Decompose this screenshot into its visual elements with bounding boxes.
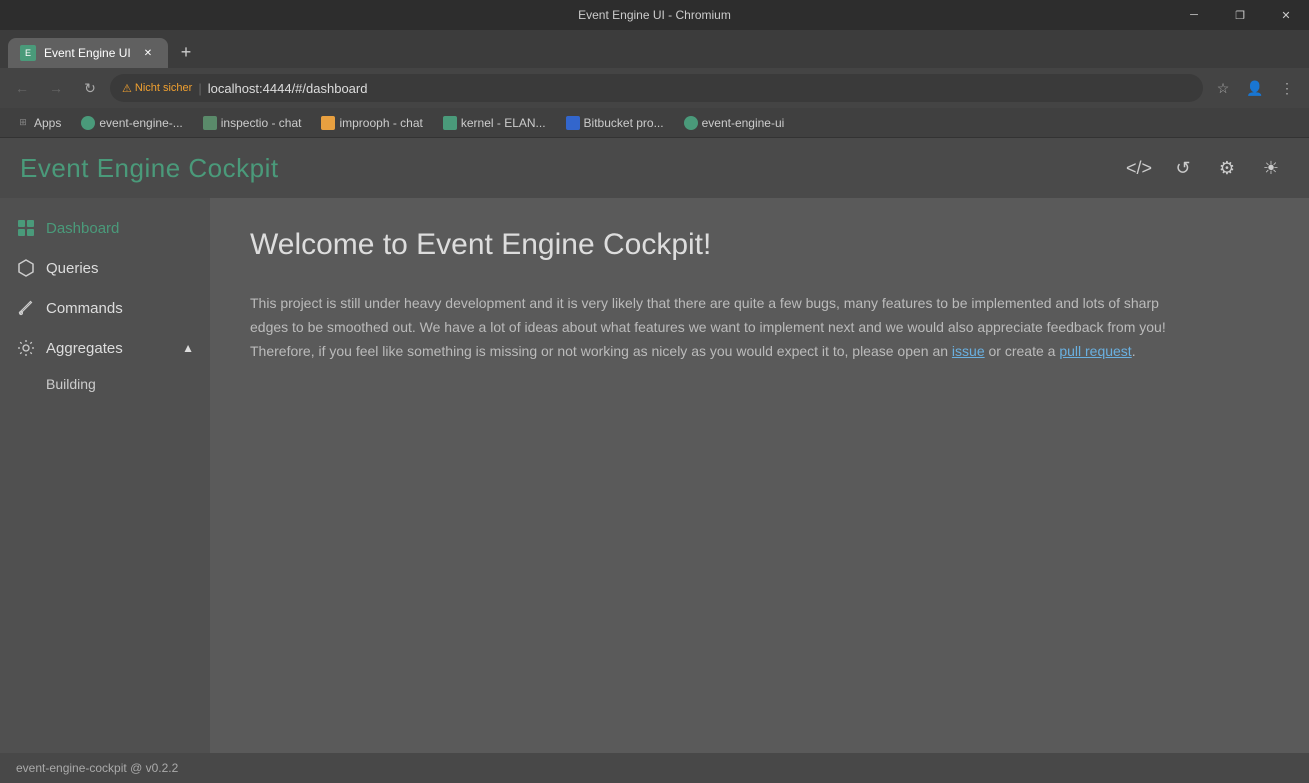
bookmark-inspectio-label: inspectio - chat — [221, 116, 302, 130]
sidebar-item-queries[interactable]: Queries — [0, 248, 210, 288]
bookmark-kernel-label: kernel - ELAN... — [461, 116, 546, 130]
security-label: Nicht sicher — [135, 82, 192, 94]
title-bar-controls: ─ ❐ ✕ — [1171, 0, 1309, 30]
close-button[interactable]: ✕ — [1263, 0, 1309, 30]
menu-button[interactable]: ⋮ — [1273, 74, 1301, 102]
sidebar-building-label: Building — [46, 376, 96, 392]
bitbucket-bookmark-icon — [566, 116, 580, 130]
version-label: event-engine-cockpit @ v0.2.2 — [16, 761, 178, 775]
url-text: localhost:4444/#/dashboard — [208, 81, 368, 96]
sidebar-aggregates-label: Aggregates — [46, 340, 123, 357]
warning-icon: ⚠ — [122, 82, 132, 95]
issue-link[interactable]: issue — [952, 343, 985, 359]
refresh-icon: ↺ — [1175, 158, 1190, 179]
bookmark-apps[interactable]: ⊞ Apps — [8, 114, 69, 132]
app-title: Event Engine Cockpit — [20, 153, 279, 184]
app-header: Event Engine Cockpit </> ↺ ⚙ ☀ — [0, 138, 1309, 198]
code-button[interactable]: </> — [1121, 150, 1157, 186]
back-button[interactable]: ← — [8, 74, 36, 102]
bookmark-apps-label: Apps — [34, 116, 61, 130]
main-content: Welcome to Event Engine Cockpit! This pr… — [210, 198, 1309, 753]
settings-button[interactable]: ⚙ — [1209, 150, 1245, 186]
bookmark-event-engine-ui[interactable]: event-engine-ui — [676, 114, 793, 132]
url-separator: | — [198, 81, 201, 96]
event-engine-ui-bookmark-icon — [684, 116, 698, 130]
title-bar: Event Engine UI - Chromium ─ ❐ ✕ — [0, 0, 1309, 30]
reload-button[interactable]: ↻ — [76, 74, 104, 102]
security-warning: ⚠ Nicht sicher — [122, 82, 192, 95]
welcome-body: This project is still under heavy develo… — [250, 292, 1190, 363]
gear-icon: ⚙ — [1219, 158, 1235, 179]
bookmark-inspectio[interactable]: inspectio - chat — [195, 114, 310, 132]
sidebar-commands-label: Commands — [46, 300, 123, 317]
new-tab-button[interactable]: + — [172, 38, 200, 66]
sidebar-item-dashboard[interactable]: Dashboard — [0, 208, 210, 248]
theme-button[interactable]: ☀ — [1253, 150, 1289, 186]
kernel-bookmark-icon — [443, 116, 457, 130]
bookmark-bitbucket[interactable]: Bitbucket pro... — [558, 114, 672, 132]
welcome-text-3: . — [1132, 343, 1136, 359]
url-bar[interactable]: ⚠ Nicht sicher | localhost:4444/#/dashbo… — [110, 74, 1203, 102]
bookmark-event-engine-label: event-engine-... — [99, 116, 182, 130]
bookmark-event-engine-ui-label: event-engine-ui — [702, 116, 785, 130]
sidebar: Dashboard Queries — [0, 198, 210, 753]
sidebar-item-commands[interactable]: Commands — [0, 288, 210, 328]
header-icons: </> ↺ ⚙ ☀ — [1121, 150, 1289, 186]
forward-button[interactable]: → — [42, 74, 70, 102]
commands-icon — [16, 298, 36, 318]
address-bar: ← → ↻ ⚠ Nicht sicher | localhost:4444/#/… — [0, 68, 1309, 108]
sidebar-item-aggregates[interactable]: Aggregates ▲ — [0, 328, 210, 368]
bookmark-star-button[interactable]: ☆ — [1209, 74, 1237, 102]
inspectio-bookmark-icon — [203, 116, 217, 130]
event-engine-bookmark-icon — [81, 116, 95, 130]
pull-request-link[interactable]: pull request — [1059, 343, 1131, 359]
apps-bookmark-icon: ⊞ — [16, 116, 30, 130]
sidebar-queries-label: Queries — [46, 260, 99, 277]
sidebar-sub-item-building[interactable]: Building — [0, 368, 210, 400]
bookmarks-bar: ⊞ Apps event-engine-... inspectio - chat… — [0, 108, 1309, 138]
address-bar-icons: ☆ 👤 ⋮ — [1209, 74, 1301, 102]
welcome-text-2: or create a — [985, 343, 1060, 359]
tab-favicon: E — [20, 45, 36, 61]
bookmark-bitbucket-label: Bitbucket pro... — [584, 116, 664, 130]
tab-label: Event Engine UI — [44, 46, 131, 60]
app-body: Dashboard Queries — [0, 198, 1309, 753]
aggregates-chevron-icon: ▲ — [182, 341, 194, 355]
theme-icon: ☀ — [1263, 158, 1279, 179]
improoph-bookmark-icon — [321, 116, 335, 130]
code-icon: </> — [1126, 158, 1152, 179]
aggregates-icon — [16, 338, 36, 358]
app-container: Event Engine Cockpit </> ↺ ⚙ ☀ — [0, 138, 1309, 783]
bookmark-improoph[interactable]: improoph - chat — [313, 114, 430, 132]
sidebar-dashboard-label: Dashboard — [46, 220, 119, 237]
minimize-button[interactable]: ─ — [1171, 0, 1217, 30]
footer: event-engine-cockpit @ v0.2.2 — [0, 753, 1309, 783]
tab-bar: E Event Engine UI ✕ + — [0, 30, 1309, 68]
dashboard-icon — [16, 218, 36, 238]
bookmark-event-engine[interactable]: event-engine-... — [73, 114, 190, 132]
restore-button[interactable]: ❐ — [1217, 0, 1263, 30]
active-tab[interactable]: E Event Engine UI ✕ — [8, 38, 168, 68]
bookmark-improoph-label: improoph - chat — [339, 116, 422, 130]
browser-chrome: Event Engine UI - Chromium ─ ❐ ✕ E Event… — [0, 0, 1309, 138]
queries-icon — [16, 258, 36, 278]
tab-close-button[interactable]: ✕ — [140, 45, 156, 61]
window-title: Event Engine UI - Chromium — [578, 8, 731, 22]
refresh-button[interactable]: ↺ — [1165, 150, 1201, 186]
account-button[interactable]: 👤 — [1241, 74, 1269, 102]
welcome-title: Welcome to Event Engine Cockpit! — [250, 228, 1269, 262]
bookmark-kernel[interactable]: kernel - ELAN... — [435, 114, 554, 132]
